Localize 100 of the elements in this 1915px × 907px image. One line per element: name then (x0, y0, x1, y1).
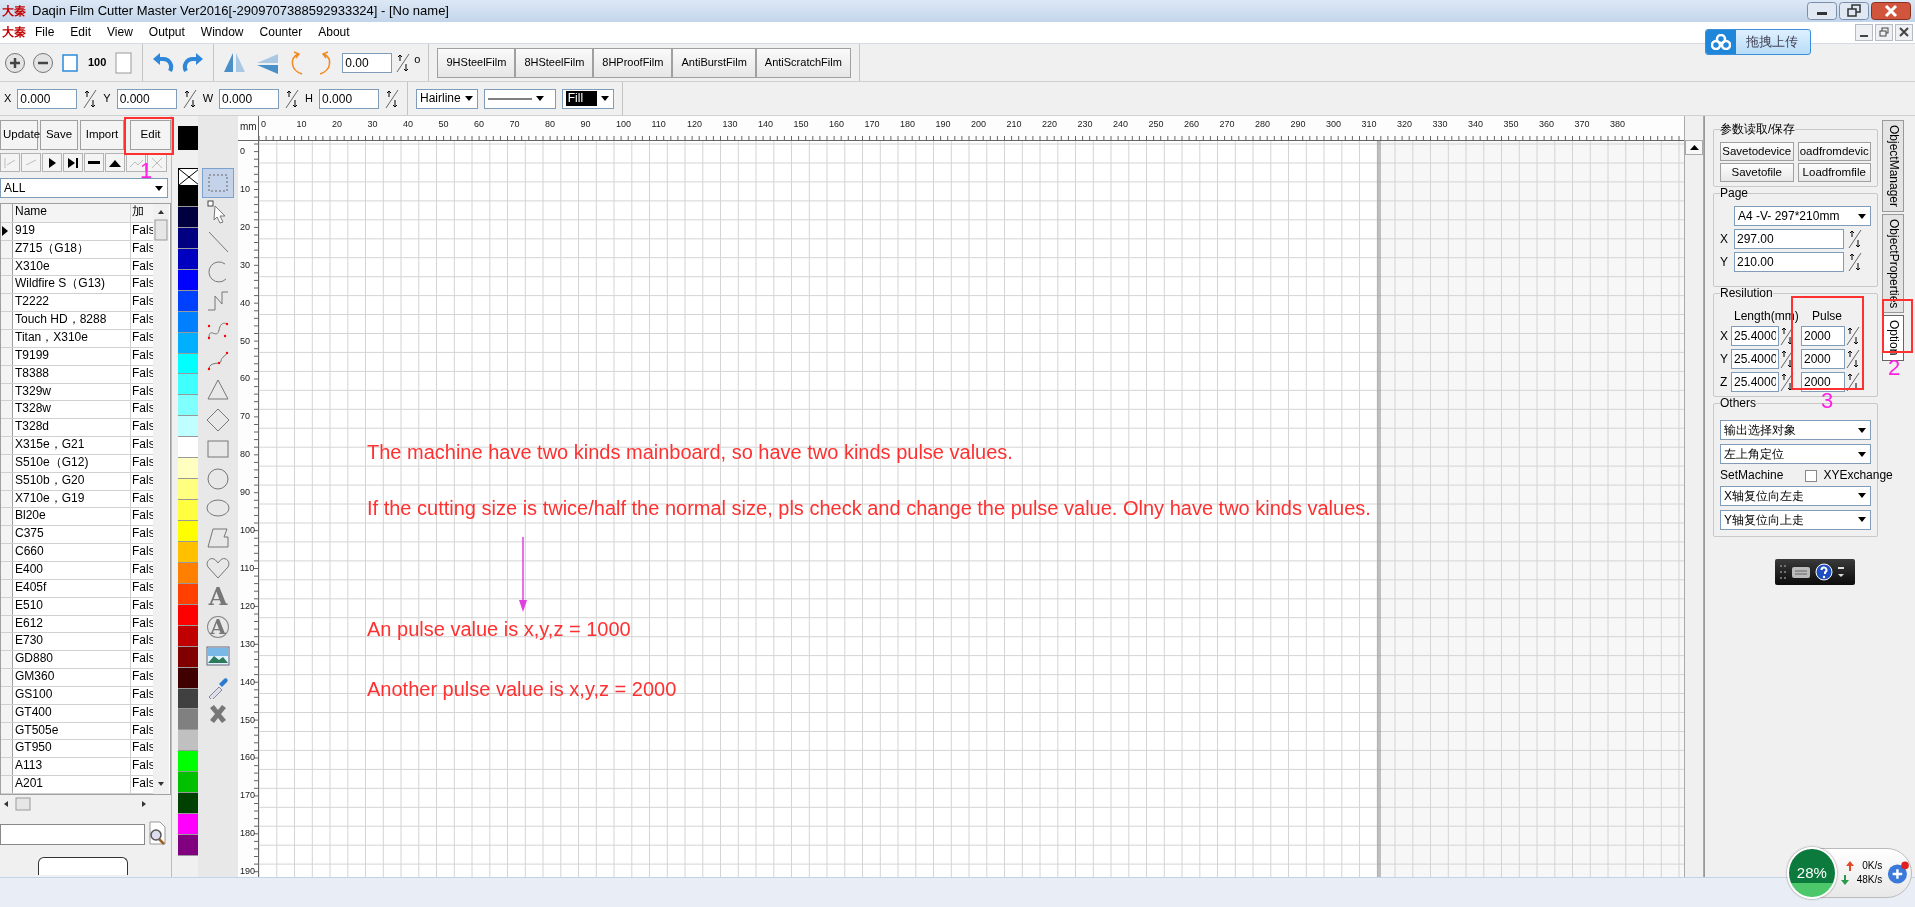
spin-button[interactable] (396, 52, 411, 73)
color-swatch[interactable] (178, 479, 199, 501)
color-swatch[interactable] (178, 730, 199, 752)
side-tab[interactable]: ObjectManager (1882, 120, 1904, 213)
dropdown[interactable]: X轴复位向左走 (1720, 485, 1871, 506)
add-icon[interactable] (1886, 860, 1911, 886)
number-field[interactable]: 0.00 (342, 52, 393, 73)
close-button[interactable] (1895, 24, 1913, 41)
minimize-button[interactable] (1807, 2, 1837, 20)
table-cell[interactable]: X310e (13, 258, 131, 276)
menu-item[interactable]: View (100, 23, 140, 42)
color-swatch[interactable] (178, 772, 199, 794)
zoom-in-icon[interactable] (4, 51, 26, 74)
table-cell[interactable]: T9199 (13, 347, 131, 365)
column-header[interactable]: Name (13, 204, 131, 222)
row-header-cell[interactable] (1, 294, 13, 312)
dropdown[interactable]: Hairline (416, 88, 478, 109)
nav-remove-button[interactable] (84, 153, 104, 172)
help-icon[interactable] (1815, 562, 1833, 581)
number-field[interactable]: 0.000 (116, 88, 177, 109)
film-button[interactable]: 8HProofFilm (593, 47, 673, 78)
restore-button[interactable] (1839, 2, 1869, 20)
panel-button[interactable]: Save (40, 120, 78, 150)
scroll-up-button[interactable] (1685, 140, 1703, 155)
row-header-cell[interactable] (1, 651, 13, 669)
table-cell[interactable]: Bl20e (13, 508, 131, 526)
color-swatch[interactable] (178, 437, 199, 459)
checkbox[interactable] (1805, 469, 1818, 482)
panel-button[interactable]: Edit (130, 120, 171, 150)
table-cell[interactable]: T328w (13, 401, 131, 419)
row-header-cell[interactable] (1, 437, 13, 454)
side-tab[interactable]: ObjectProperties (1882, 214, 1904, 314)
menu-item[interactable]: Output (141, 23, 192, 42)
table-cell[interactable]: X710e，G19 (13, 490, 131, 508)
upload-widget[interactable]: 拖拽上传 (1705, 29, 1811, 55)
fit-page-icon[interactable] (60, 52, 80, 73)
table-cell[interactable]: GT505e (13, 722, 131, 740)
spin-button[interactable] (285, 88, 300, 109)
dropdown[interactable]: Y轴复位向上走 (1720, 509, 1871, 530)
film-button[interactable]: 9HSteelFilm (437, 47, 516, 78)
menu-item[interactable]: About (311, 23, 357, 42)
menu-item[interactable]: Counter (252, 23, 310, 42)
menu-item[interactable]: Window (193, 23, 251, 42)
zoom-out-icon[interactable] (32, 51, 54, 74)
table-cell[interactable]: GS100 (13, 686, 131, 704)
color-swatch[interactable] (178, 416, 199, 438)
table-cell[interactable]: A201 (13, 776, 131, 793)
table-cell[interactable]: T2222 (13, 294, 131, 312)
row-header-cell[interactable] (1, 633, 13, 651)
grip-icon[interactable] (1779, 562, 1787, 581)
row-header-cell[interactable] (1, 776, 13, 793)
table-cell[interactable]: T8388 (13, 365, 131, 383)
table-cell[interactable]: S510b，G20 (13, 472, 131, 490)
restore-button[interactable] (1875, 24, 1893, 41)
color-swatch[interactable] (178, 521, 199, 542)
panel-button[interactable]: Import (80, 120, 124, 150)
table-cell[interactable]: A113 (13, 758, 131, 776)
row-header-cell[interactable] (1, 669, 13, 686)
dropdown[interactable]: Fill (561, 88, 615, 109)
spin-button[interactable] (1780, 326, 1794, 347)
column-header[interactable]: 加 (131, 204, 153, 222)
table-cell[interactable]: Z715（G18） (13, 240, 131, 258)
number-field[interactable]: 0.000 (319, 88, 380, 109)
row-header-cell[interactable] (1, 526, 13, 544)
number-field[interactable]: 0.000 (17, 88, 78, 109)
dropdown[interactable]: 输出选择对象 (1720, 420, 1871, 441)
spin-button[interactable] (1846, 349, 1860, 370)
nav-last-button[interactable] (63, 153, 83, 172)
row-header-cell[interactable] (1, 544, 13, 561)
color-swatch[interactable] (178, 814, 199, 836)
spin-button[interactable] (83, 88, 98, 109)
text-tool[interactable]: A (202, 582, 234, 612)
dropdown[interactable]: ALL (0, 178, 168, 198)
row-header-cell[interactable] (1, 758, 13, 776)
film-button[interactable]: AntiScratchFilm (755, 47, 851, 78)
number-field[interactable]: 2000 (1801, 349, 1845, 370)
color-swatch[interactable] (178, 500, 199, 521)
table-cell[interactable]: E510 (13, 597, 131, 615)
film-button[interactable]: AntiBurstFilm (672, 47, 756, 78)
minimize-button[interactable] (1855, 24, 1873, 41)
table-cell[interactable]: T328d (13, 419, 131, 437)
number-field[interactable]: 2000 (1801, 326, 1845, 347)
table-cell[interactable]: T329w (13, 383, 131, 401)
color-swatch[interactable] (178, 793, 199, 815)
table-cell[interactable]: GT950 (13, 740, 131, 758)
color-swatch[interactable] (178, 709, 199, 731)
table-cell[interactable]: Wildfire S（G13) (13, 276, 131, 294)
color-swatch[interactable] (178, 751, 199, 773)
color-swatch[interactable] (178, 395, 199, 417)
panel-button[interactable]: oadfromdevic (1797, 142, 1871, 161)
number-field[interactable]: 2000 (1801, 372, 1845, 393)
row-header-cell[interactable] (1, 419, 13, 437)
nav-up-button[interactable] (105, 153, 125, 172)
search-field[interactable] (0, 824, 145, 845)
nav-next-button[interactable] (42, 153, 62, 172)
film-button[interactable]: 8HSteelFilm (515, 47, 594, 78)
undo-icon[interactable] (151, 50, 176, 75)
row-header-cell[interactable] (1, 330, 13, 347)
close-button[interactable] (1871, 2, 1911, 20)
table-cell[interactable]: Touch HD，8288 (13, 312, 131, 329)
